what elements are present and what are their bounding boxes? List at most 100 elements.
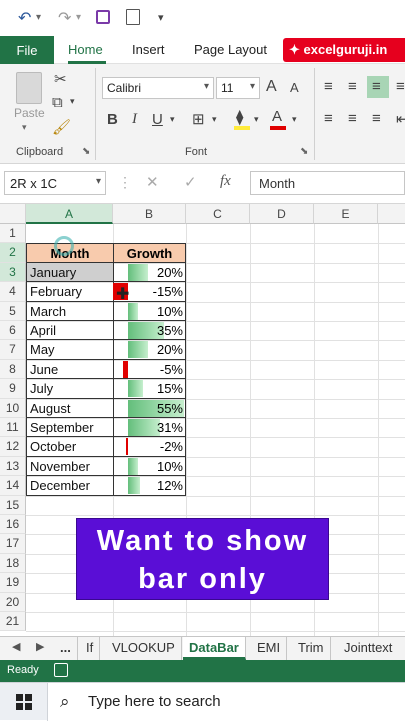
sheet-tab-more[interactable]: ...: [54, 637, 78, 660]
tab-home[interactable]: Home: [68, 42, 103, 57]
decrease-font-icon[interactable]: A: [290, 80, 299, 95]
scroll-right-icon[interactable]: ▶: [36, 640, 44, 653]
row-header[interactable]: 20: [0, 592, 26, 612]
row-header[interactable]: 7: [0, 340, 26, 360]
sheet-tab-trim[interactable]: Trim: [292, 637, 331, 660]
sheet-tab-vlookup[interactable]: VLOOKUP: [106, 637, 182, 660]
underline-dropdown-icon[interactable]: ▾: [170, 114, 175, 125]
month-cell[interactable]: September: [26, 418, 114, 438]
row-header[interactable]: 3: [0, 262, 26, 283]
month-cell[interactable]: August: [26, 398, 114, 418]
fill-dropdown-icon[interactable]: ▾: [254, 114, 259, 125]
month-cell[interactable]: May: [26, 340, 114, 360]
save-icon[interactable]: [96, 10, 110, 24]
column-header-a[interactable]: A: [26, 204, 113, 224]
column-header-f[interactable]: [378, 204, 405, 224]
month-cell[interactable]: January: [26, 262, 114, 283]
font-color-icon[interactable]: A: [272, 108, 282, 125]
row-header[interactable]: 5: [0, 301, 26, 321]
paste-label[interactable]: Paste: [14, 106, 45, 120]
scroll-left-icon[interactable]: ◀: [12, 640, 20, 653]
month-cell[interactable]: April: [26, 321, 114, 341]
windows-start-icon[interactable]: [16, 694, 32, 710]
column-header-c[interactable]: C: [186, 204, 250, 224]
print-preview-icon[interactable]: [126, 9, 140, 25]
underline-button[interactable]: U: [152, 111, 163, 128]
italic-button[interactable]: I: [132, 111, 137, 128]
fill-color-icon[interactable]: ⧫: [236, 108, 243, 126]
increase-font-icon[interactable]: A: [266, 78, 277, 96]
row-header[interactable]: 11: [0, 418, 26, 438]
undo-icon[interactable]: ↶: [18, 8, 31, 28]
font-size-dropdown[interactable]: 11 ▾: [216, 77, 260, 99]
header-growth-cell[interactable]: Growth: [113, 243, 186, 263]
month-cell[interactable]: October: [26, 437, 114, 457]
orientation-icon[interactable]: ≡: [396, 78, 405, 95]
borders-icon[interactable]: ⊞: [192, 110, 205, 128]
month-cell[interactable]: June: [26, 359, 114, 380]
row-header[interactable]: 17: [0, 534, 26, 554]
row-header[interactable]: 10: [0, 398, 26, 418]
bold-button[interactable]: B: [107, 111, 118, 128]
align-middle-icon[interactable]: ≡: [348, 78, 357, 95]
row-header[interactable]: 1: [0, 224, 26, 244]
name-box[interactable]: 2R x 1C ▾: [4, 171, 106, 195]
formula-input[interactable]: Month: [250, 171, 405, 195]
indent-icon[interactable]: ⇤: [396, 110, 405, 128]
paste-icon[interactable]: [16, 72, 42, 104]
row-header[interactable]: 9: [0, 379, 26, 399]
month-cell[interactable]: December: [26, 476, 114, 496]
row-header[interactable]: 4: [0, 282, 26, 302]
insert-function-icon[interactable]: fx: [220, 173, 231, 190]
row-header[interactable]: 12: [0, 437, 26, 457]
undo-dropdown-icon[interactable]: ▾: [36, 12, 41, 23]
sheet-tab-databar[interactable]: DataBar: [183, 637, 246, 660]
align-left-icon[interactable]: ≡: [324, 110, 333, 127]
row-header[interactable]: 21: [0, 612, 26, 632]
customize-qat-icon[interactable]: ▾: [158, 11, 164, 24]
redo-icon[interactable]: ↷: [58, 8, 71, 28]
growth-value: 31%: [156, 420, 183, 435]
copy-icon[interactable]: ⧉: [52, 94, 63, 111]
row-header[interactable]: 8: [0, 359, 26, 380]
tab-file[interactable]: File: [0, 36, 54, 64]
row-header[interactable]: 15: [0, 495, 26, 515]
column-header-d[interactable]: D: [250, 204, 314, 224]
column-header-b[interactable]: B: [113, 204, 186, 224]
cancel-icon[interactable]: ✕: [146, 173, 159, 191]
borders-dropdown-icon[interactable]: ▾: [212, 114, 217, 125]
taskbar-search-box[interactable]: ⌕ Type here to search: [47, 683, 405, 721]
accessibility-icon[interactable]: [54, 663, 68, 677]
select-all-corner[interactable]: [0, 204, 26, 224]
month-cell[interactable]: July: [26, 379, 114, 399]
paste-dropdown-icon[interactable]: ▾: [22, 122, 27, 133]
month-cell[interactable]: November: [26, 456, 114, 477]
row-header[interactable]: 2: [0, 243, 26, 263]
font-color-dropdown-icon[interactable]: ▾: [292, 114, 297, 125]
month-cell[interactable]: February: [26, 282, 114, 302]
font-launcher-icon[interactable]: ⬊: [300, 146, 308, 157]
row-header[interactable]: 6: [0, 321, 26, 341]
clipboard-launcher-icon[interactable]: ⬊: [82, 146, 90, 157]
align-top-icon[interactable]: ≡: [324, 78, 333, 95]
enter-icon[interactable]: ✓: [184, 173, 197, 191]
cut-icon[interactable]: ✂: [54, 70, 67, 88]
column-header-e[interactable]: E: [314, 204, 378, 224]
month-cell[interactable]: March: [26, 301, 114, 321]
redo-dropdown-icon[interactable]: ▾: [76, 12, 81, 23]
sheet-tab-jointtext[interactable]: Jointtext: [338, 637, 398, 660]
row-header[interactable]: 13: [0, 456, 26, 477]
copy-dropdown-icon[interactable]: ▾: [70, 96, 75, 107]
font-name-dropdown[interactable]: Calibri ▾: [102, 77, 214, 99]
tab-insert[interactable]: Insert: [132, 42, 165, 57]
format-painter-icon[interactable]: 🖌: [52, 118, 71, 136]
sheet-tab-emi[interactable]: EMI: [251, 637, 288, 660]
align-right-icon[interactable]: ≡: [372, 110, 381, 127]
align-center-icon[interactable]: ≡: [348, 110, 357, 127]
row-header[interactable]: 16: [0, 515, 26, 535]
row-header[interactable]: 18: [0, 553, 26, 574]
row-header[interactable]: 14: [0, 476, 26, 496]
sheet-tab-if[interactable]: If: [80, 637, 101, 660]
tab-page-layout[interactable]: Page Layout: [194, 42, 267, 57]
row-header[interactable]: 19: [0, 573, 26, 593]
